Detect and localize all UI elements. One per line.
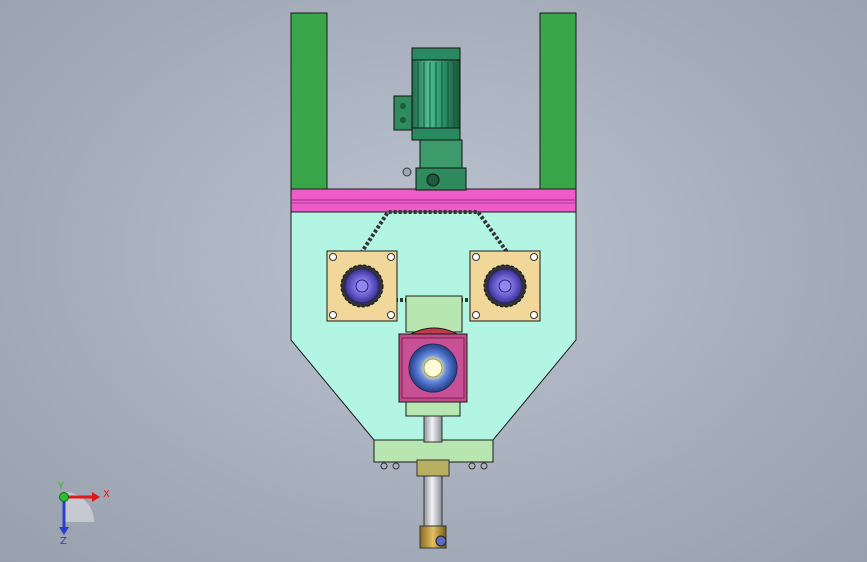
left-upright [290, 12, 328, 191]
cad-viewport[interactable]: X Y Z [0, 0, 867, 562]
x-axis-label: X [103, 489, 110, 500]
right-upright [539, 12, 577, 191]
motor-assembly [393, 47, 467, 191]
right-sprocket-unit [469, 250, 541, 322]
center-gearbox [398, 295, 468, 417]
y-axis-label: Y [57, 481, 65, 492]
left-sprocket-unit [326, 250, 398, 322]
xyz-coordinate-triad-icon[interactable]: X Y Z [57, 481, 110, 547]
mounting-plate [290, 188, 577, 213]
z-axis-label: Z [60, 536, 67, 547]
